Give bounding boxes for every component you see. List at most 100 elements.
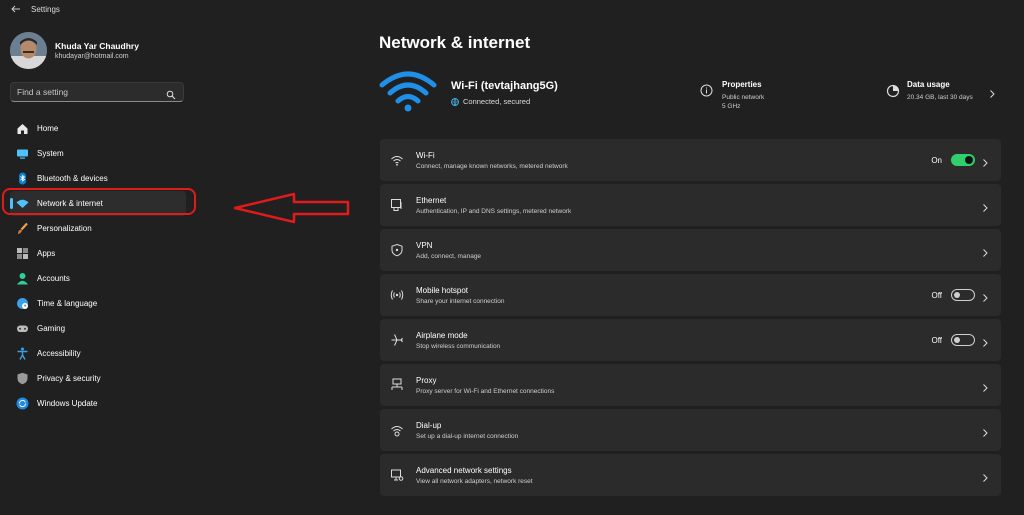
data-usage-amount: 20.34 GB, last 30 days bbox=[907, 94, 973, 101]
apps-icon bbox=[16, 247, 29, 260]
advanced-network-settings-card[interactable]: Advanced network settings View all netwo… bbox=[380, 454, 1001, 496]
proxy-icon bbox=[390, 378, 404, 392]
ethernet-card[interactable]: Ethernet Authentication, IP and DNS sett… bbox=[380, 184, 1001, 226]
sidebar-item-accounts[interactable]: Accounts bbox=[10, 266, 186, 291]
chevron-right-icon bbox=[988, 86, 996, 98]
info-icon bbox=[700, 84, 713, 97]
accessibility-icon bbox=[16, 347, 29, 360]
gamepad-icon bbox=[16, 322, 29, 335]
accounts-icon bbox=[16, 272, 29, 285]
mobile-hotspot-card[interactable]: Mobile hotspot Share your internet conne… bbox=[380, 274, 1001, 316]
chevron-right-icon bbox=[981, 425, 989, 437]
sidebar-item-system[interactable]: System bbox=[10, 141, 186, 166]
card-title: Airplane mode bbox=[416, 331, 468, 340]
wifi-card[interactable]: Wi-Fi Connect, manage known networks, me… bbox=[380, 139, 1001, 181]
airplane-mode-card[interactable]: Airplane mode Stop wireless communicatio… bbox=[380, 319, 1001, 361]
card-subtitle: View all network adapters, network reset bbox=[416, 478, 533, 485]
vpn-shield-icon bbox=[390, 243, 404, 257]
properties-title: Properties bbox=[722, 80, 762, 89]
toggle-knob bbox=[965, 156, 973, 164]
card-subtitle: Set up a dial-up internet connection bbox=[416, 433, 519, 440]
ethernet-icon bbox=[390, 198, 404, 212]
card-title: Dial-up bbox=[416, 421, 442, 430]
sidebar-item-label: Apps bbox=[37, 249, 56, 258]
sidebar-item-windows-update[interactable]: Windows Update bbox=[10, 391, 186, 416]
mobile-hotspot-toggle[interactable] bbox=[951, 289, 975, 301]
card-title: VPN bbox=[416, 241, 433, 250]
sidebar-item-personalization[interactable]: Personalization bbox=[10, 216, 186, 241]
sidebar-item-time-language[interactable]: Time & language bbox=[10, 291, 186, 316]
title-bar: Settings bbox=[0, 0, 1024, 22]
sidebar-item-label: Gaming bbox=[37, 324, 66, 333]
card-title: Ethernet bbox=[416, 196, 447, 205]
wifi-toggle[interactable] bbox=[951, 154, 975, 166]
network-band-text: 5 GHz bbox=[722, 103, 741, 110]
shield-icon bbox=[16, 372, 29, 385]
globe-clock-icon bbox=[16, 297, 29, 310]
card-subtitle: Share your internet connection bbox=[416, 298, 505, 305]
airplane-icon bbox=[390, 333, 404, 347]
sidebar-item-label: Home bbox=[37, 124, 59, 133]
chevron-right-icon bbox=[981, 245, 989, 257]
data-usage-title: Data usage bbox=[907, 80, 950, 89]
sidebar-item-accessibility[interactable]: Accessibility bbox=[10, 341, 186, 366]
sidebar-item-label: Accessibility bbox=[37, 349, 81, 358]
connection-status: Connected, secured bbox=[451, 97, 530, 106]
annotation-arrow-icon bbox=[232, 192, 352, 224]
sidebar-nav: Home System Bluetooth & devices Network … bbox=[10, 116, 186, 416]
card-title: Advanced network settings bbox=[416, 466, 512, 475]
card-title: Proxy bbox=[416, 376, 437, 385]
card-subtitle: Add, connect, manage bbox=[416, 253, 482, 260]
toggle-state-label: Off bbox=[931, 336, 942, 345]
toggle-knob bbox=[954, 292, 960, 298]
highlight-outline bbox=[2, 188, 196, 215]
hotspot-icon bbox=[390, 288, 404, 302]
airplane-mode-toggle[interactable] bbox=[951, 334, 975, 346]
wifi-connection-icon bbox=[378, 69, 438, 113]
search-input[interactable] bbox=[17, 86, 157, 98]
user-email: khudayar@hotmail.com bbox=[55, 53, 129, 60]
page-title: Network & internet bbox=[379, 33, 531, 52]
sidebar-item-label: Privacy & security bbox=[37, 374, 101, 383]
home-icon bbox=[16, 122, 29, 135]
data-usage-icon bbox=[886, 84, 900, 98]
card-subtitle: Stop wireless communication bbox=[416, 343, 501, 350]
connected-network-name: Wi-Fi (tevtajhang5G) bbox=[451, 80, 558, 92]
bluetooth-icon bbox=[16, 172, 29, 185]
chevron-right-icon bbox=[981, 380, 989, 392]
toggle-knob bbox=[954, 337, 960, 343]
sidebar-item-label: Bluetooth & devices bbox=[37, 174, 108, 183]
system-icon bbox=[16, 147, 29, 160]
brush-icon bbox=[16, 222, 29, 235]
settings-list: Wi-Fi Connect, manage known networks, me… bbox=[380, 139, 1001, 499]
sidebar-item-label: Accounts bbox=[37, 274, 70, 283]
sidebar-item-label: Personalization bbox=[37, 224, 92, 233]
card-subtitle: Connect, manage known networks, metered … bbox=[416, 163, 568, 170]
connection-status-text: Connected, secured bbox=[463, 97, 531, 106]
card-title: Wi-Fi bbox=[416, 151, 435, 160]
chevron-right-icon bbox=[981, 335, 989, 347]
search-icon[interactable] bbox=[166, 87, 176, 100]
card-subtitle: Proxy server for Wi-Fi and Ethernet conn… bbox=[416, 388, 555, 395]
wifi-icon bbox=[390, 153, 404, 167]
search-box[interactable] bbox=[10, 82, 184, 102]
sidebar-item-gaming[interactable]: Gaming bbox=[10, 316, 186, 341]
globe-icon bbox=[451, 97, 459, 106]
advanced-network-icon bbox=[390, 468, 404, 482]
chevron-right-icon bbox=[981, 200, 989, 212]
proxy-card[interactable]: Proxy Proxy server for Wi-Fi and Etherne… bbox=[380, 364, 1001, 406]
sidebar-item-home[interactable]: Home bbox=[10, 116, 186, 141]
app-title: Settings bbox=[31, 5, 60, 14]
vpn-card[interactable]: VPN Add, connect, manage bbox=[380, 229, 1001, 271]
avatar[interactable] bbox=[10, 32, 47, 69]
sidebar-item-label: Time & language bbox=[37, 299, 98, 308]
dial-up-card[interactable]: Dial-up Set up a dial-up internet connec… bbox=[380, 409, 1001, 451]
back-arrow-icon[interactable] bbox=[9, 3, 23, 17]
sidebar-item-apps[interactable]: Apps bbox=[10, 241, 186, 266]
toggle-state-label: On bbox=[931, 156, 942, 165]
chevron-right-icon bbox=[981, 155, 989, 167]
sidebar-item-label: Windows Update bbox=[37, 399, 98, 408]
chevron-right-icon bbox=[981, 470, 989, 482]
network-profile-text: Public network bbox=[722, 94, 765, 101]
sidebar-item-privacy[interactable]: Privacy & security bbox=[10, 366, 186, 391]
